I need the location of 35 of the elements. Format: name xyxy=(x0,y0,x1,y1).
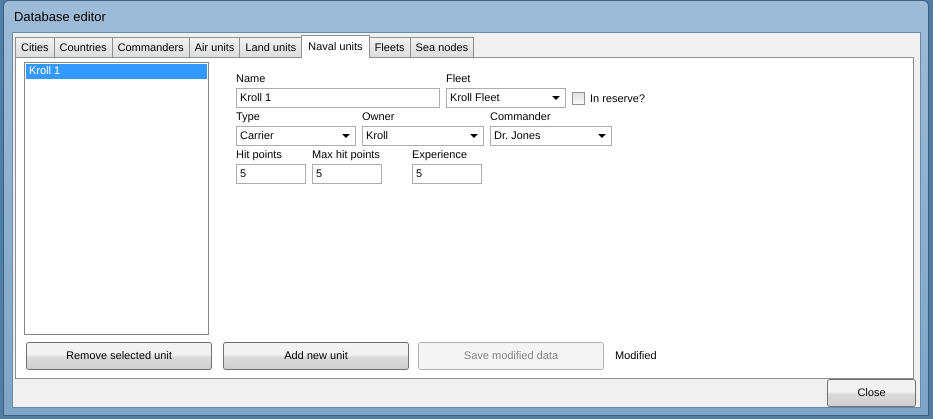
hit-points-field[interactable]: 5 xyxy=(236,164,306,184)
close-button[interactable]: Close xyxy=(827,379,916,407)
owner-dropdown[interactable]: Kroll xyxy=(362,126,484,146)
name-field[interactable]: Kroll 1 xyxy=(236,88,440,108)
fleet-dropdown[interactable]: Kroll Fleet xyxy=(446,88,566,108)
field-label: Max hit points xyxy=(312,148,381,162)
tab[interactable]: Commanders xyxy=(112,37,190,57)
checkbox-label: In reserve? xyxy=(590,92,646,104)
tab[interactable]: Sea nodes xyxy=(410,37,474,57)
field-label: Name xyxy=(236,72,266,86)
tab[interactable]: Cities xyxy=(15,37,55,57)
max-hit-points-field[interactable]: 5 xyxy=(312,164,382,184)
status-text: Modified xyxy=(615,350,657,362)
tab[interactable]: Naval units xyxy=(301,35,370,58)
tab[interactable]: Land units xyxy=(239,37,302,57)
action-button[interactable]: Remove selected unit xyxy=(26,342,212,370)
experience-field[interactable]: 5 xyxy=(412,164,482,184)
action-button[interactable]: Add new unit xyxy=(223,342,409,370)
caret-icon xyxy=(470,134,478,138)
field-label: Type xyxy=(236,110,261,124)
reserve-checkbox[interactable] xyxy=(572,92,585,105)
tab[interactable]: Countries xyxy=(54,37,113,57)
tab[interactable]: Fleets xyxy=(368,37,411,57)
caret-icon xyxy=(598,134,606,138)
type-dropdown[interactable]: Carrier xyxy=(236,126,356,146)
caret-icon xyxy=(342,134,350,138)
tab[interactable]: Air units xyxy=(188,37,240,57)
caret-icon xyxy=(552,96,560,100)
field-label: Fleet xyxy=(446,72,472,86)
commander-dropdown[interactable]: Dr. Jones xyxy=(490,126,612,146)
window-title: Database editor xyxy=(14,9,106,24)
field-label: Owner xyxy=(362,110,396,124)
field-label: Commander xyxy=(490,110,552,124)
field-label: Hit points xyxy=(236,148,283,162)
field-label: Experience xyxy=(412,148,468,162)
